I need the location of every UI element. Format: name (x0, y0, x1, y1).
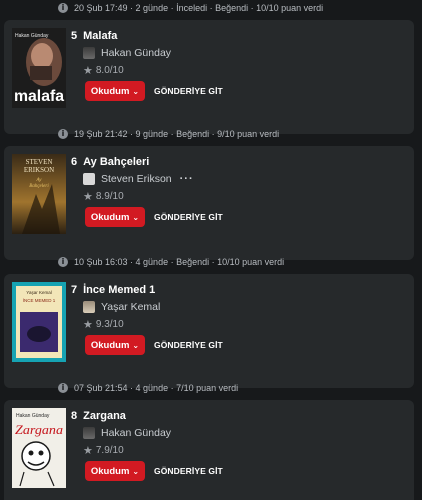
author-avatar (83, 301, 95, 313)
entry-meta-text: 10 Şub 16:03 · 4 günde · Beğendi · 10/10… (74, 257, 285, 267)
go-to-post-link[interactable]: GÖNDERİYE GİT (154, 207, 223, 227)
author-avatar (83, 173, 95, 185)
cover-title: İNCE MEMED 1 (23, 297, 56, 303)
cover-author-first: STEVEN (26, 158, 53, 166)
book-card: Hakan Günday malafa 5 Malafa Hakan Günda… (4, 20, 414, 134)
cover-author: Hakan Günday (15, 33, 49, 39)
star-icon: ★ (83, 190, 93, 203)
book-rank: 5 (71, 30, 78, 42)
chevron-down-icon: ⌄ (132, 466, 140, 476)
author-row[interactable]: Steven Erikson ··· (83, 172, 194, 186)
info-icon[interactable]: i (58, 257, 68, 267)
book-title-row: 6 Ay Bahçeleri (71, 156, 149, 168)
book-cover[interactable]: STEVEN ERIKSON Ay Bahçeleri (12, 154, 66, 234)
read-status-button[interactable]: Okudum ⌄ (85, 207, 145, 227)
star-icon: ★ (83, 64, 93, 77)
book-cover[interactable]: Hakan Günday Zargana (12, 408, 66, 488)
read-status-button[interactable]: Okudum ⌄ (85, 335, 145, 355)
cover-author: Yaşar Kemal (26, 290, 51, 295)
entry-meta: i 19 Şub 21:42 · 9 günde · Beğendi · 9/1… (58, 127, 279, 141)
entry-meta: i 10 Şub 16:03 · 4 günde · Beğendi · 10/… (58, 255, 284, 269)
entry-meta-text: 07 Şub 21:54 · 4 günde · 7/10 puan verdi (74, 383, 239, 393)
book-title[interactable]: Ay Bahçeleri (83, 156, 149, 168)
go-to-post-link[interactable]: GÖNDERİYE GİT (154, 81, 223, 101)
book-rating: 7.9/10 (95, 445, 124, 456)
book-rank: 7 (71, 284, 78, 296)
book-title[interactable]: Zargana (83, 410, 126, 422)
rating-row: ★ 8.0/10 (83, 64, 124, 77)
book-title[interactable]: Malafa (83, 30, 117, 42)
entry-meta-text: 20 Şub 17:49 · 2 günde · İnceledi · Beğe… (74, 3, 324, 13)
entry-meta-text: 19 Şub 21:42 · 9 günde · Beğendi · 9/10 … (74, 129, 280, 139)
rating-row: ★ 9.3/10 (83, 318, 124, 331)
book-title-row: 8 Zargana (71, 410, 126, 422)
entry-meta: i 20 Şub 17:49 · 2 günde · İnceledi · Be… (58, 1, 323, 15)
info-icon[interactable]: i (58, 129, 68, 139)
read-status-label: Okudum (90, 465, 130, 477)
info-icon[interactable]: i (58, 3, 68, 13)
author-row[interactable]: Hakan Günday (83, 46, 171, 60)
book-card: STEVEN ERIKSON Ay Bahçeleri 6 Ay Bahçele… (4, 146, 414, 260)
entry-meta: i 07 Şub 21:54 · 4 günde · 7/10 puan ver… (58, 381, 238, 395)
cover-title-2: Bahçeleri (29, 184, 49, 189)
read-status-label: Okudum (90, 85, 130, 97)
go-to-post-link[interactable]: GÖNDERİYE GİT (154, 461, 223, 481)
read-status-button[interactable]: Okudum ⌄ (85, 81, 145, 101)
author-name[interactable]: Hakan Günday (101, 47, 171, 59)
book-rating: 8.0/10 (95, 65, 124, 76)
chevron-down-icon: ⌄ (132, 340, 140, 350)
author-avatar (83, 47, 95, 59)
rating-row: ★ 7.9/10 (83, 444, 124, 457)
cover-title: Zargana (15, 422, 64, 437)
info-icon[interactable]: i (58, 383, 68, 393)
go-to-post-link[interactable]: GÖNDERİYE GİT (154, 335, 223, 355)
author-name[interactable]: Steven Erikson (101, 173, 172, 185)
chevron-down-icon: ⌄ (132, 212, 140, 222)
reading-feed: i 20 Şub 17:49 · 2 günde · İnceledi · Be… (0, 0, 422, 500)
author-row[interactable]: Yaşar Kemal (83, 300, 160, 314)
star-icon: ★ (83, 444, 93, 457)
book-title[interactable]: İnce Memed 1 (83, 284, 155, 296)
more-options-icon[interactable]: ··· (180, 173, 194, 185)
read-status-label: Okudum (90, 211, 130, 223)
read-status-button[interactable]: Okudum ⌄ (85, 461, 145, 481)
author-name[interactable]: Yaşar Kemal (101, 301, 160, 313)
rating-row: ★ 8.9/10 (83, 190, 124, 203)
book-cover[interactable]: Hakan Günday malafa (12, 28, 66, 108)
book-title-row: 7 İnce Memed 1 (71, 284, 155, 296)
book-rank: 6 (71, 156, 78, 168)
read-status-label: Okudum (90, 339, 130, 351)
book-cover[interactable]: Yaşar Kemal İNCE MEMED 1 (12, 282, 66, 362)
book-card: Yaşar Kemal İNCE MEMED 1 7 İnce Memed 1 … (4, 274, 414, 388)
cover-title-1: Ay (36, 178, 43, 183)
cover-title: malafa (14, 88, 64, 105)
book-rating: 8.9/10 (95, 191, 124, 202)
cover-author-last: ERIKSON (24, 166, 54, 174)
star-icon: ★ (83, 318, 93, 331)
author-avatar (83, 427, 95, 439)
book-card: Hakan Günday Zargana 8 Zargana Hakan Gün… (4, 400, 414, 500)
cover-author: Hakan Günday (16, 413, 50, 419)
author-row[interactable]: Hakan Günday (83, 426, 171, 440)
book-title-row: 5 Malafa (71, 30, 117, 42)
book-rank: 8 (71, 410, 78, 422)
author-name[interactable]: Hakan Günday (101, 427, 171, 439)
book-rating: 9.3/10 (95, 319, 124, 330)
chevron-down-icon: ⌄ (132, 86, 140, 96)
